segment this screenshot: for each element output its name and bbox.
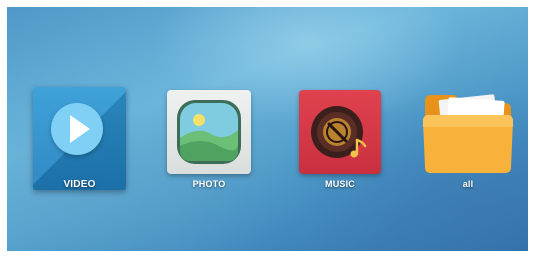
music-icon: [311, 106, 367, 158]
folder-icon: [423, 94, 513, 173]
launcher-screen: VIDEO PHOTO MUSIC all: [7, 7, 528, 251]
photo-icon: [177, 100, 241, 164]
app-tile-label: PHOTO: [192, 179, 226, 189]
app-tile-all[interactable]: all: [419, 87, 517, 189]
app-tile-music[interactable]: MUSIC: [299, 90, 381, 189]
app-tile-video[interactable]: VIDEO: [33, 87, 126, 190]
app-tile-label: all: [462, 179, 474, 189]
app-tile-photo[interactable]: PHOTO: [167, 90, 251, 189]
play-icon: [51, 103, 103, 155]
app-tile-label: VIDEO: [63, 179, 96, 190]
app-tile-label: MUSIC: [325, 179, 355, 189]
